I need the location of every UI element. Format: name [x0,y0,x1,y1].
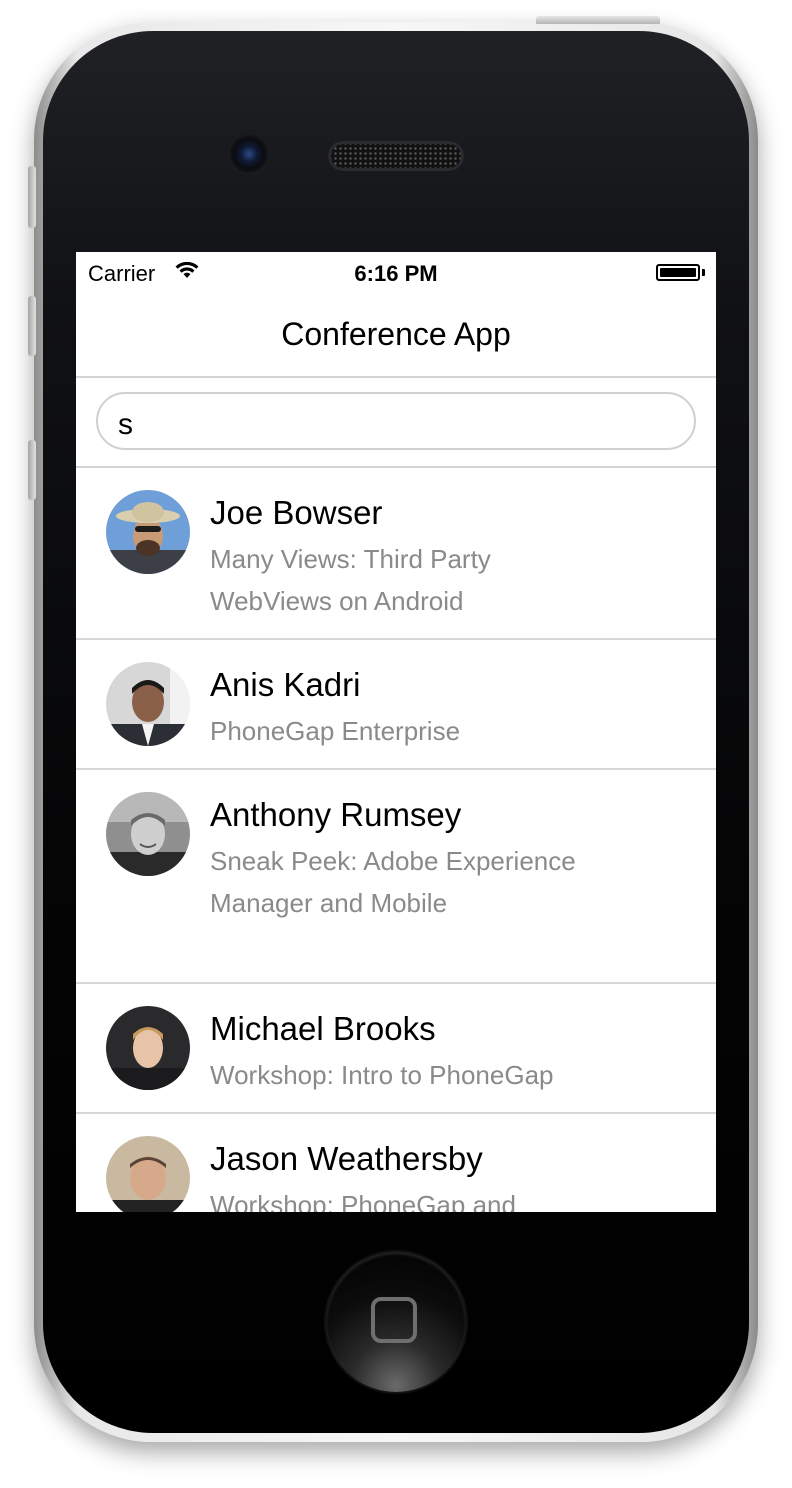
avatar [106,1136,190,1212]
battery-tip [702,269,705,276]
talk-title: PhoneGap Enterprise [210,716,461,746]
speaker-name: Joe Bowser [210,494,383,531]
mute-switch[interactable] [28,166,36,228]
list-item[interactable]: Anis Kadri PhoneGap Enterprise [76,640,716,770]
speaker-name: Anthony Rumsey [210,796,462,833]
speaker-name: Jason Weathersby [210,1140,483,1177]
home-button-square-icon [371,1297,417,1343]
speaker-list: Joe Bowser Many Views: Third Party WebVi… [76,468,716,1212]
page-title: Conference App [281,316,511,352]
search-bar: s [76,378,716,468]
volume-up-button[interactable] [28,296,36,356]
avatar [106,792,190,876]
list-item[interactable]: Jason Weathersby Workshop: PhoneGap and [76,1114,716,1212]
sleep-wake-button[interactable] [536,16,660,24]
list-item[interactable]: Michael Brooks Workshop: Intro to PhoneG… [76,984,716,1114]
battery-icon [656,264,700,281]
status-bar: Carrier 6:16 PM [76,252,716,292]
navigation-bar: Conference App [76,292,716,378]
avatar [106,490,190,574]
speaker-name: Anis Kadri [210,666,361,703]
talk-title: Sneak Peek: Adobe Experience Manager and… [210,846,576,918]
talk-title: Many Views: Third Party WebViews on Andr… [210,544,491,616]
search-input-value: s [118,408,133,441]
speaker-grille-icon [328,141,464,171]
search-input[interactable]: s [96,392,696,450]
volume-down-button[interactable] [28,440,36,500]
camera-icon [230,135,268,173]
speaker-name: Michael Brooks [210,1010,436,1047]
status-time: 6:16 PM [354,261,438,286]
talk-title: Workshop: Intro to PhoneGap [210,1060,554,1090]
talk-title: Workshop: PhoneGap and [210,1190,516,1212]
list-item[interactable]: Joe Bowser Many Views: Third Party WebVi… [76,468,716,640]
avatar [106,1006,190,1090]
list-item[interactable]: Anthony Rumsey Sneak Peek: Adobe Experie… [76,770,716,984]
app-screen: Carrier 6:16 PM Conference App s Joe Bow… [76,252,716,1212]
avatar [106,662,190,746]
